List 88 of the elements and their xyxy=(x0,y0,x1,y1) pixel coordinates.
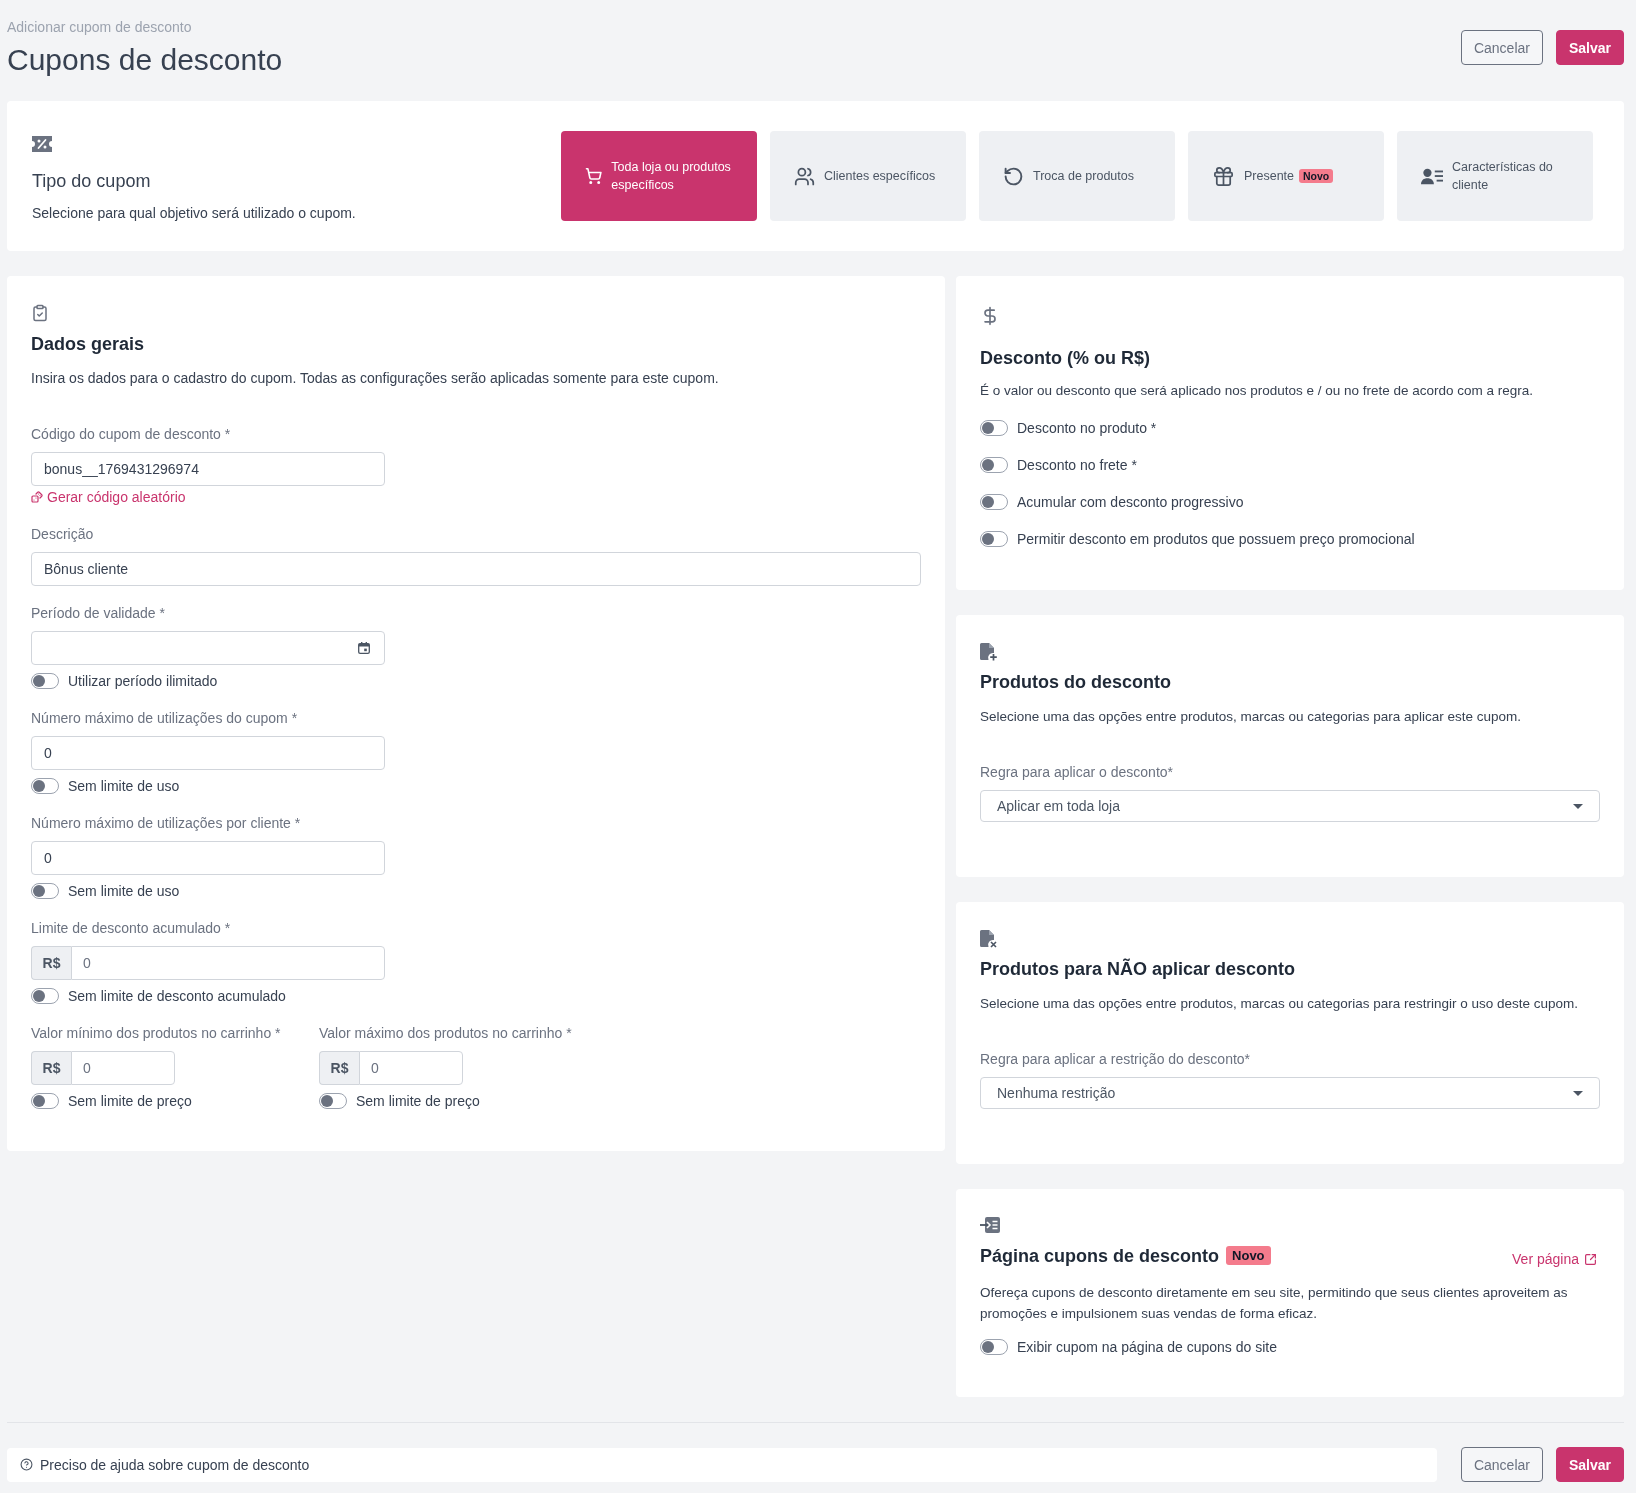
number-input[interactable]: 0 xyxy=(31,841,385,875)
coupon-type-tab[interactable]: Clientes específicos xyxy=(770,131,966,221)
view-page-link[interactable]: Ver página xyxy=(1512,1249,1597,1269)
toggle-switch[interactable] xyxy=(31,778,59,794)
toggle-label: Sem limite de uso xyxy=(68,882,180,901)
toggle-label: Desconto no frete * xyxy=(1017,456,1137,475)
breadcrumb-text: Adicionar cupom de desconto xyxy=(7,18,193,36)
file-x-icon xyxy=(980,930,997,948)
currency-input[interactable]: 0 xyxy=(359,1051,463,1085)
number-input[interactable]: 0 xyxy=(31,736,385,770)
caret-down-icon xyxy=(1573,1090,1583,1096)
clipboard-check-icon xyxy=(31,304,49,322)
toggle-switch[interactable] xyxy=(980,457,1008,473)
coupon-type-tab[interactable]: Troca de produtos xyxy=(979,131,1175,221)
field-label: Valor máximo dos produtos no carrinho * xyxy=(319,1024,572,1043)
currency-prefix: R$ xyxy=(319,1051,359,1085)
section-description: É o valor ou desconto que será aplicado nos produtos e / ou no frete de acordo com a regra. xyxy=(980,382,1535,400)
toggle-switch[interactable] xyxy=(980,1339,1008,1355)
rule-select[interactable]: Aplicar em toda loja xyxy=(980,790,1600,822)
currency-prefix: R$ xyxy=(31,946,71,980)
text-input[interactable]: bonus__1769431296974 xyxy=(31,452,385,486)
arrow-list-icon xyxy=(980,1217,1000,1233)
toggle-switch[interactable] xyxy=(31,1093,59,1109)
toggle-switch[interactable] xyxy=(31,883,59,899)
date-field[interactable] xyxy=(31,631,385,665)
cancel-button[interactable]: Cancelar xyxy=(1460,30,1543,65)
field-label: Descrição xyxy=(31,525,94,544)
section-description: Selecione uma das opções entre produtos, marcas ou categorias para aplicar este cupom. xyxy=(980,708,1523,726)
save-button[interactable]: Salvar xyxy=(1555,30,1624,65)
rule-select[interactable]: Nenhuma restrição xyxy=(980,1077,1600,1109)
new-badge: Novo xyxy=(1226,1246,1271,1265)
toggle-label: Desconto no produto * xyxy=(1017,419,1157,438)
toggle-label: Utilizar período ilimitado xyxy=(68,672,218,691)
section-title: Dados gerais xyxy=(31,333,146,356)
section-title: Desconto (% ou R$) xyxy=(980,347,1151,370)
section-description: Ofereça cupons de desconto diretamente em seu site, permitindo que seus clientes aproveitem as promoções e impulsionem suas vendas de forma eficaz. xyxy=(980,1284,1569,1323)
file-plus-icon xyxy=(980,643,997,661)
toggle-label: Sem limite de uso xyxy=(68,777,180,796)
toggle-switch[interactable] xyxy=(980,420,1008,436)
cancel-button[interactable]: Cancelar xyxy=(1460,1447,1543,1482)
gift-icon xyxy=(1212,164,1235,188)
toggle-label: Sem limite de preço xyxy=(356,1092,480,1111)
toggle-switch[interactable] xyxy=(319,1093,347,1109)
toggle-label: Sem limite de desconto acumulado xyxy=(68,987,286,1006)
toggle-label: Exibir cupom na página de cupons do site xyxy=(1017,1338,1277,1357)
external-link-icon xyxy=(1584,1252,1597,1266)
section-description: Selecione uma das opções entre produtos, marcas ou categorias para restringir o uso deste cupom. xyxy=(980,995,1580,1013)
new-badge: Novo xyxy=(1299,169,1334,183)
calendar-icon xyxy=(358,642,370,654)
field-label: Código do cupom de desconto * xyxy=(31,425,231,444)
help-icon xyxy=(20,1458,33,1471)
section-description: Selecione para qual objetivo será utilizado o cupom. xyxy=(32,204,357,223)
toggle-switch[interactable] xyxy=(31,673,59,689)
coupon-type-tab[interactable]: Presente Novo xyxy=(1188,131,1384,221)
toggle-label: Acumular com desconto progressivo xyxy=(1017,493,1244,512)
toggle-label: Permitir desconto em produtos que possuem preço promocional xyxy=(1017,530,1415,549)
toggle-switch[interactable] xyxy=(980,494,1008,510)
toggle-switch[interactable] xyxy=(980,531,1008,547)
coupon-type-tab[interactable]: Características do cliente xyxy=(1397,131,1593,221)
user-list-icon xyxy=(1421,167,1444,185)
currency-input[interactable]: 0 xyxy=(71,946,385,980)
dice-icon xyxy=(31,491,43,503)
toggle-label: Sem limite de preço xyxy=(68,1092,192,1111)
section-title: Página cupons de desconto xyxy=(980,1244,1220,1268)
field-label: Limite de desconto acumulado * xyxy=(31,919,231,938)
users-icon xyxy=(794,165,815,187)
field-label: Número máximo de utilizações por cliente * xyxy=(31,814,301,833)
help-bar[interactable]: Preciso de ajuda sobre cupom de desconto xyxy=(7,1447,1437,1482)
generate-code-link[interactable]: Gerar código aleatório xyxy=(31,487,186,507)
field-label: Regra para aplicar o desconto* xyxy=(980,763,1174,782)
field-label: Número máximo de utilizações do cupom * xyxy=(31,709,298,728)
field-label: Período de validade * xyxy=(31,604,165,623)
field-label: Valor mínimo dos produtos no carrinho * xyxy=(31,1024,281,1043)
text-input[interactable]: Bônus cliente xyxy=(31,552,921,586)
currency-input[interactable]: 0 xyxy=(71,1051,175,1085)
undo-arrow-icon xyxy=(1003,165,1024,187)
currency-prefix: R$ xyxy=(31,1051,71,1085)
section-title: Produtos do desconto xyxy=(980,671,1172,694)
toggle-switch[interactable] xyxy=(31,988,59,1004)
field-label: Regra para aplicar a restrição do desconto* xyxy=(980,1050,1252,1069)
section-title: Produtos para NÃO aplicar desconto xyxy=(980,957,1297,981)
ticket-icon xyxy=(32,136,52,152)
section-title: Tipo do cupom xyxy=(32,170,152,193)
caret-down-icon xyxy=(1573,803,1583,809)
coupon-type-tab[interactable]: Toda loja ou produtos específicos xyxy=(561,131,757,221)
section-description: Insira os dados para o cadastro do cupom. Todas as configurações serão aplicadas somente para este cupom. xyxy=(31,369,720,388)
save-button[interactable]: Salvar xyxy=(1555,1447,1624,1482)
page-title: Cupons de desconto xyxy=(7,42,283,78)
